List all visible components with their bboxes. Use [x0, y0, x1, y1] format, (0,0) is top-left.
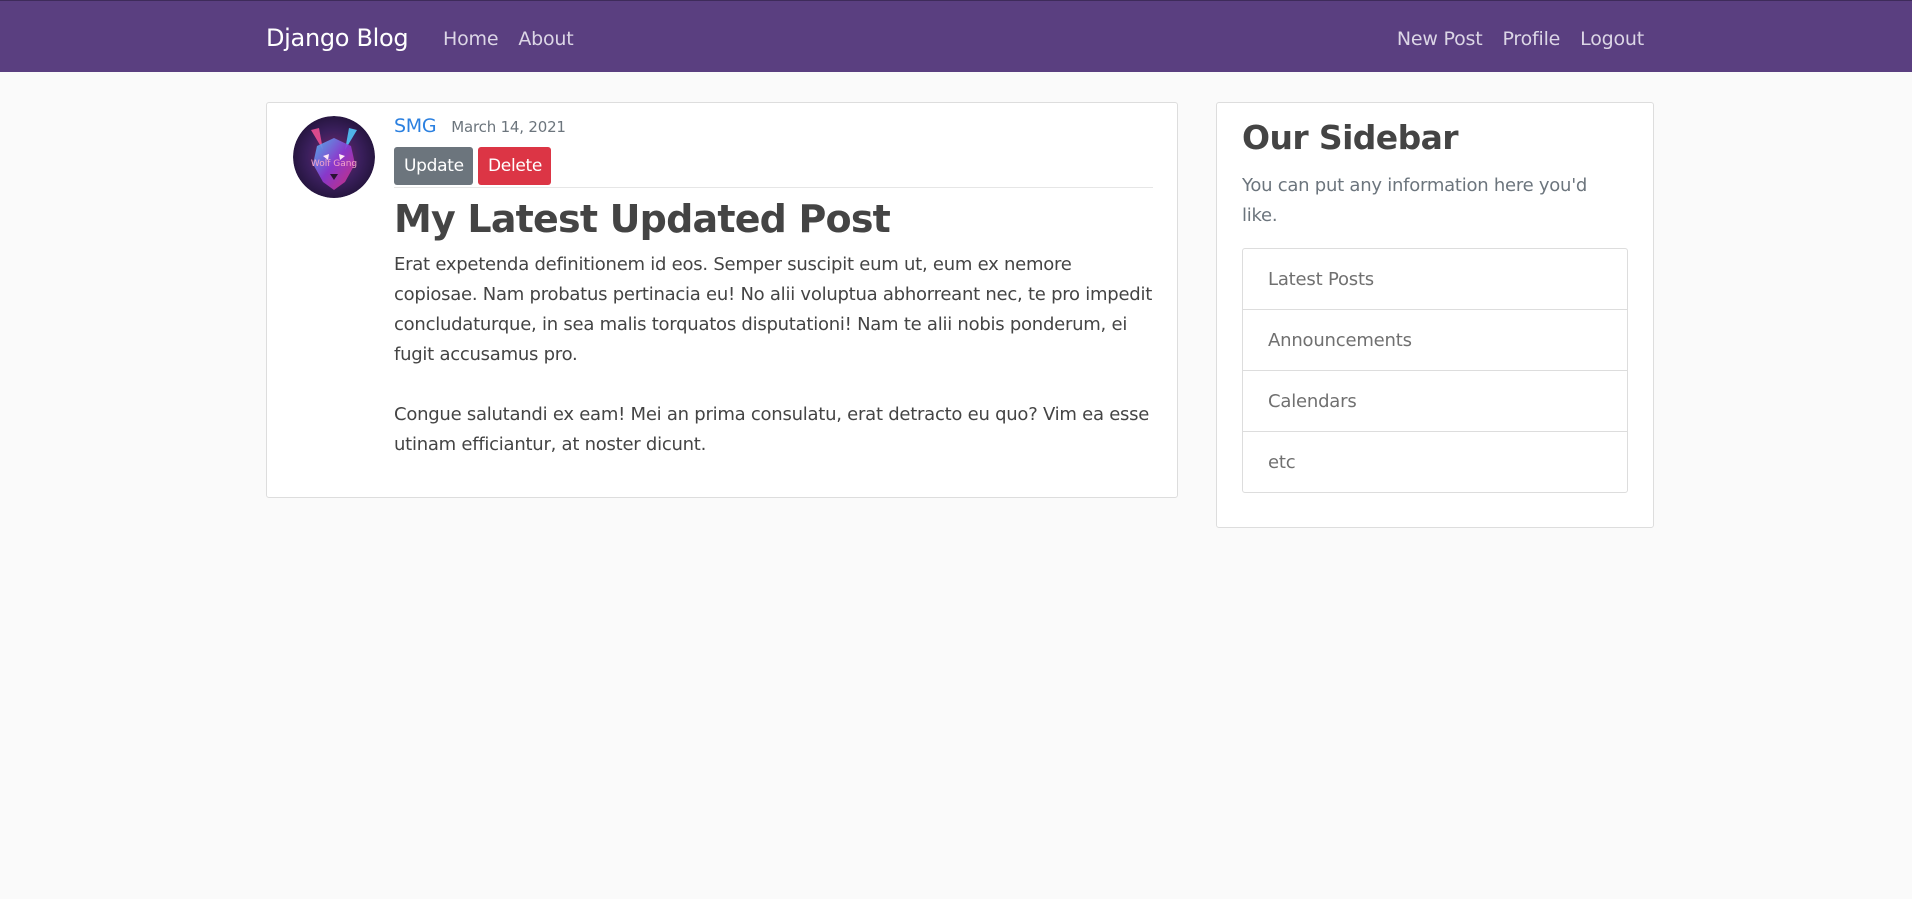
post-content: Erat expetenda definitionem id eos. Semp… — [394, 254, 1152, 455]
nav-home-link[interactable]: Home — [443, 27, 499, 51]
update-button[interactable]: Update — [394, 147, 473, 185]
sidebar-item-calendars[interactable]: Calendars — [1243, 371, 1627, 432]
sidebar-card: Our Sidebar You can put any information … — [1216, 102, 1654, 528]
nav-right-group: New Post Profile Logout — [1397, 27, 1644, 51]
post-card: Wolf Gang SMG March 14, 2021 Update Dele… — [266, 102, 1178, 498]
meta-divider — [394, 187, 1153, 188]
post-actions: Update Delete — [394, 147, 1154, 185]
nav-profile-link[interactable]: Profile — [1502, 27, 1560, 51]
sidebar-item-etc[interactable]: etc — [1243, 432, 1627, 492]
sidebar-item-announcements[interactable]: Announcements — [1243, 310, 1627, 371]
sidebar-text: You can put any information here you'd l… — [1242, 175, 1588, 226]
post-title: My Latest Updated Post — [394, 197, 891, 241]
post-meta: SMG March 14, 2021 — [394, 115, 1154, 143]
nav-logout-link[interactable]: Logout — [1580, 27, 1644, 51]
nav-new-post-link[interactable]: New Post — [1397, 27, 1483, 51]
author-avatar: Wolf Gang — [293, 116, 375, 198]
avatar-logo-text: Wolf Gang — [311, 159, 357, 169]
sidebar-list: Latest Posts Announcements Calendars etc — [1242, 248, 1628, 493]
wolf-avatar-icon: Wolf Gang — [293, 116, 375, 198]
top-navbar: Django Blog Home About New Post Profile … — [0, 0, 1912, 72]
sidebar-title: Our Sidebar — [1242, 118, 1459, 157]
post-date: March 14, 2021 — [451, 118, 566, 136]
delete-button[interactable]: Delete — [478, 147, 551, 185]
nav-about-link[interactable]: About — [518, 27, 573, 51]
post-body: SMG March 14, 2021 Update Delete My Late… — [394, 115, 1154, 460]
brand-link[interactable]: Django Blog — [266, 23, 409, 53]
author-link[interactable]: SMG — [394, 115, 437, 137]
nav-left-group: Home About — [443, 27, 594, 51]
sidebar-item-latest-posts[interactable]: Latest Posts — [1243, 249, 1627, 310]
